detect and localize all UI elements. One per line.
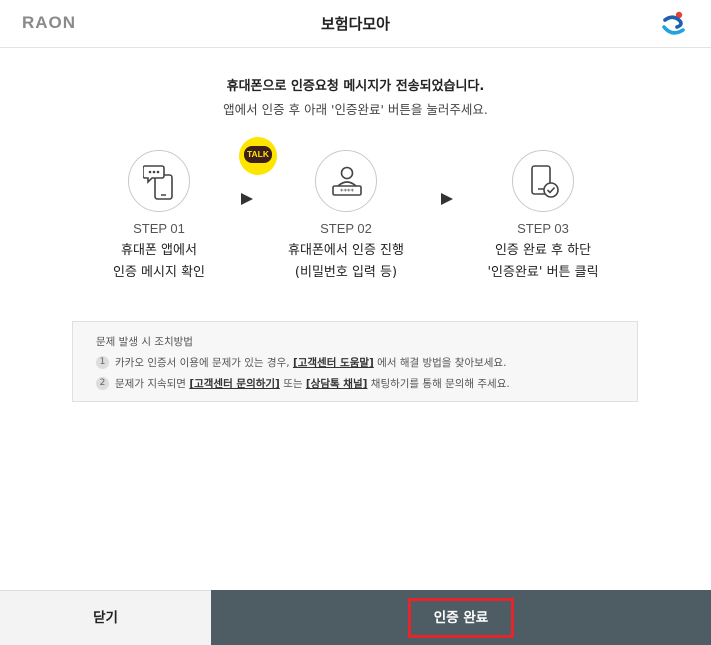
step-03: STEP 03 인증 완료 후 하단 '인증완료' 버튼 클릭 bbox=[448, 150, 638, 284]
step-description-line1: 휴대폰에서 인증 진행 bbox=[288, 243, 404, 258]
step-icon-circle: TALK bbox=[128, 137, 277, 212]
troubleshooting-notice: 문제 발생 시 조치방법 1 카카오 인증서 이용에 문제가 있는 경우, [고… bbox=[72, 321, 638, 402]
notice-title: 문제 발생 시 조치방법 bbox=[96, 336, 193, 348]
help-center-link[interactable]: [고객센터 도움말] bbox=[293, 355, 374, 370]
phone-message-icon bbox=[143, 165, 173, 200]
government-emblem-icon bbox=[662, 11, 685, 35]
step-number: STEP 02 bbox=[320, 221, 372, 236]
number-badge-icon: 2 bbox=[96, 377, 109, 390]
step-icon-circle: **** bbox=[315, 150, 377, 212]
svg-text:****: **** bbox=[340, 188, 355, 196]
step-number: STEP 01 bbox=[133, 221, 185, 236]
notice-item-2: 2 문제가 지속되면 [고객센터 문의하기] 또는 [상담톡 채널] 채팅하기를… bbox=[96, 376, 637, 391]
step-description-line2: '인증완료' 버튼 클릭 bbox=[487, 265, 599, 280]
page-title: 보험다모아 bbox=[320, 15, 390, 33]
close-button[interactable]: 닫기 bbox=[0, 590, 211, 645]
step-description-line1: 인증 완료 후 하단 bbox=[494, 243, 592, 258]
chat-channel-link[interactable]: [상담톡 채널] bbox=[306, 376, 368, 391]
step-number: STEP 03 bbox=[517, 221, 569, 236]
step-description-line2: (비밀번호 입력 등) bbox=[294, 265, 398, 280]
step-description-line1: 휴대폰 앱에서 bbox=[121, 243, 197, 258]
step-description-line2: 인증 메시지 확인 bbox=[113, 265, 205, 280]
confirm-area[interactable]: 인증 완료 bbox=[211, 590, 711, 645]
notice-item-1: 1 카카오 인증서 이용에 문제가 있는 경우, [고객센터 도움말] 에서 해… bbox=[96, 355, 637, 370]
step-icon-circle bbox=[512, 150, 574, 212]
number-badge-icon: 1 bbox=[96, 356, 109, 369]
user-password-icon: **** bbox=[332, 166, 362, 196]
auth-message-title: 휴대폰으로 인증요청 메시지가 전송되었습니다. bbox=[226, 79, 485, 94]
header: RAON 보험다모아 bbox=[0, 0, 711, 48]
footer-bar: 닫기 인증 완료 bbox=[0, 590, 711, 645]
phone-check-icon bbox=[531, 165, 559, 198]
contact-support-link[interactable]: [고객센터 문의하기] bbox=[189, 376, 280, 391]
auth-complete-button[interactable]: 인증 완료 bbox=[408, 598, 514, 638]
step-02: **** STEP 02 휴대폰에서 인증 진행 (비밀번호 입력 등) bbox=[251, 150, 441, 284]
step-01: TALK STEP 01 휴대폰 앱에서 인증 메시지 확인 bbox=[64, 137, 277, 284]
auth-message-subtitle: 앱에서 인증 후 아래 '인증완료' 버튼을 눌러주세요. bbox=[223, 102, 488, 117]
